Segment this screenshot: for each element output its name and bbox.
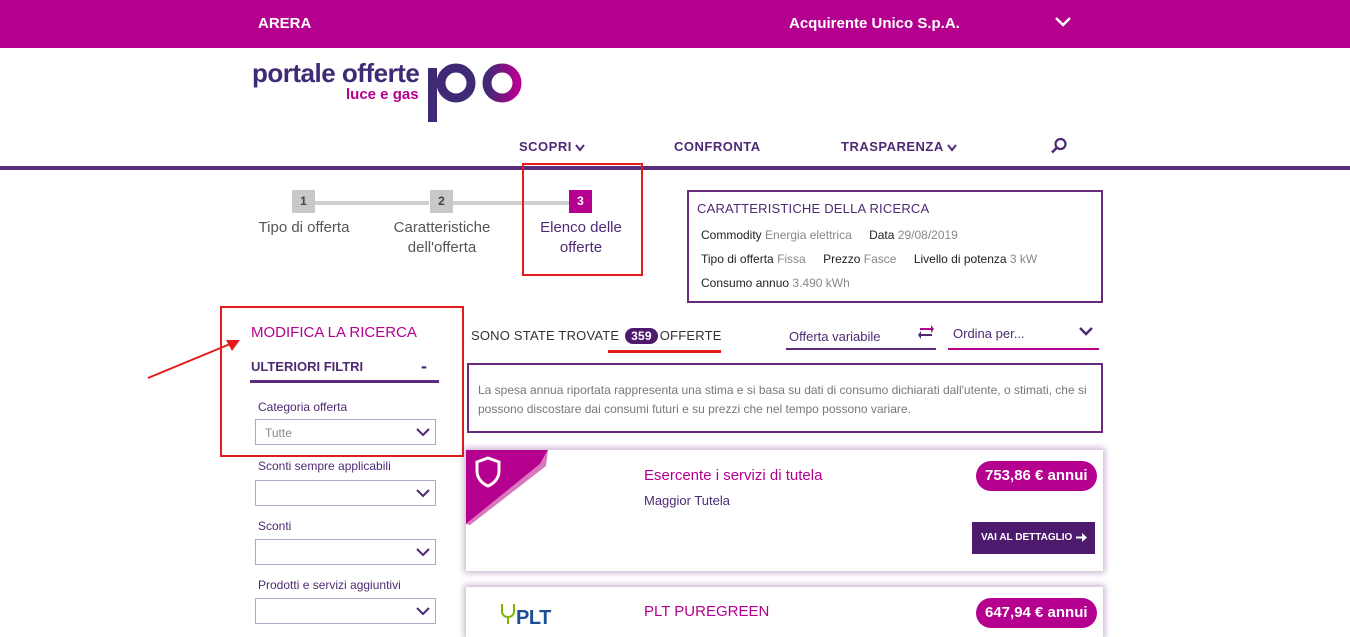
annotation-underline: [608, 350, 721, 353]
nav-trasparenza[interactable]: TRASPARENZA: [841, 139, 957, 154]
sconti-select[interactable]: [255, 539, 436, 565]
offer-card[interactable]: Esercente i servizi di tutela Maggior Tu…: [466, 450, 1103, 571]
vai-al-dettaglio-label: VAI AL DETTAGLIO: [981, 532, 1073, 543]
step-2-label-line2: dell'offerta: [407, 239, 477, 256]
chevron-down-icon: [416, 548, 430, 557]
chars-row-3: Consumo annuo 3.490 kWh: [701, 276, 850, 290]
nav-divider: [0, 166, 1350, 170]
sconti-sempre-label: Sconti sempre applicabili: [258, 459, 391, 473]
commodity-key: Commodity: [701, 228, 762, 242]
stepper-line: [315, 201, 429, 205]
categoria-offerta-value: Tutte: [265, 426, 292, 440]
data-key: Data: [869, 228, 895, 242]
prodotti-servizi-label: Prodotti e servizi aggiuntivi: [258, 578, 401, 592]
nav-scopri[interactable]: SCOPRI: [519, 139, 585, 154]
prezzo-value: Fasce: [863, 252, 897, 266]
disclaimer-box: La spesa annua riportata rappresenta una…: [467, 363, 1103, 433]
step-1-label-text: Tipo di offerta: [258, 219, 350, 236]
results-count: SONO STATE TROVATE 359 OFFERTE: [471, 328, 722, 344]
categoria-offerta-select[interactable]: Tutte: [255, 419, 436, 445]
consumo-key: Consumo annuo: [701, 276, 790, 290]
chars-row-1: Commodity Energia elettrica Data 29/08/2…: [701, 228, 958, 242]
step-2-label-line1: Caratteristiche: [393, 219, 491, 236]
logo-title: portale offerte: [252, 58, 420, 88]
chevron-down-icon: [416, 489, 430, 498]
categoria-offerta-label: Categoria offerta: [258, 400, 348, 414]
sort-select[interactable]: Ordina per...: [948, 320, 1099, 350]
tipo-offerta-value: Fissa: [777, 252, 806, 266]
step-2-label[interactable]: Caratteristiche dell'offerta: [382, 218, 502, 258]
chevron-down-icon: [416, 607, 430, 616]
offer-name[interactable]: PLT PUREGREEN: [644, 603, 769, 620]
nav-confronta-label: CONFRONTA: [674, 139, 761, 154]
chevron-down-icon: [575, 143, 585, 152]
data-value: 29/08/2019: [897, 228, 958, 242]
arrow-right-icon: [1076, 532, 1088, 542]
sconti-label: Sconti: [258, 519, 292, 533]
vai-al-dettaglio-button[interactable]: VAI AL DETTAGLIO: [972, 522, 1095, 554]
filters-divider: [250, 380, 439, 383]
offer-subtitle: Maggior Tutela: [644, 493, 730, 508]
prezzo-key: Prezzo: [823, 252, 861, 266]
plug-icon: [501, 604, 515, 624]
offer-price: 753,86 € annui: [976, 461, 1097, 491]
logo-subtitle: luce e gas: [346, 86, 419, 103]
sconti-sempre-select[interactable]: [255, 480, 436, 506]
prodotti-servizi-select[interactable]: [255, 598, 436, 624]
search-characteristics-box: CARATTERISTICHE DELLA RICERCA Commodity …: [687, 190, 1103, 303]
plt-logo-text: PLT: [516, 607, 551, 629]
results-prefix: SONO STATE TROVATE: [471, 328, 620, 343]
nav-confronta[interactable]: CONFRONTA: [674, 139, 761, 154]
sort-select-label: Ordina per...: [953, 326, 1025, 341]
commodity-value: Energia elettrica: [765, 228, 852, 242]
offer-name[interactable]: Esercente i servizi di tutela: [644, 467, 822, 484]
top-bar: ARERA Acquirente Unico S.p.A.: [0, 0, 1350, 48]
consumo-value: 3.490 kWh: [792, 276, 850, 290]
offer-card[interactable]: PLT PLT PUREGREEN 647,94 € annui: [466, 587, 1103, 637]
tipo-offerta-key: Tipo di offerta: [701, 252, 774, 266]
modifica-ricerca-title: MODIFICA LA RICERCA: [251, 324, 417, 341]
ulteriori-filtri-header[interactable]: ULTERIORI FILTRI: [251, 359, 363, 374]
potenza-key: Livello di potenza: [913, 252, 1007, 266]
results-count-badge: 359: [625, 328, 658, 344]
highlight-box-step3: [522, 163, 643, 276]
chars-row-2: Tipo di offerta Fissa Prezzo Fasce Livel…: [701, 252, 1037, 266]
step-1-number[interactable]: 1: [292, 190, 315, 213]
search-characteristics-title: CARATTERISTICHE DELLA RICERCA: [697, 201, 930, 216]
chevron-down-icon[interactable]: [1053, 12, 1073, 32]
offerta-variabile-toggle[interactable]: Offerta variabile: [786, 322, 936, 350]
step-2-number[interactable]: 2: [430, 190, 453, 213]
potenza-value: 3 kW: [1009, 252, 1038, 266]
arera-link[interactable]: ARERA: [258, 15, 311, 32]
results-suffix: OFFERTE: [659, 328, 722, 343]
chevron-down-icon: [946, 143, 957, 152]
chevron-down-icon: [1079, 327, 1093, 336]
step-1-label[interactable]: Tipo di offerta: [252, 218, 356, 238]
nav-trasparenza-label: TRASPARENZA: [841, 139, 944, 154]
shield-icon: [475, 456, 501, 488]
chevron-down-icon: [416, 428, 430, 437]
acquirente-unico-link[interactable]: Acquirente Unico S.p.A.: [789, 15, 960, 32]
logo-mark-icon: [428, 63, 522, 122]
swap-arrows-icon: [918, 325, 934, 339]
collapse-filters-button[interactable]: -: [421, 356, 427, 377]
offerta-variabile-label: Offerta variabile: [789, 329, 881, 344]
nav-scopri-label: SCOPRI: [519, 139, 572, 154]
search-icon[interactable]: [1050, 137, 1068, 155]
